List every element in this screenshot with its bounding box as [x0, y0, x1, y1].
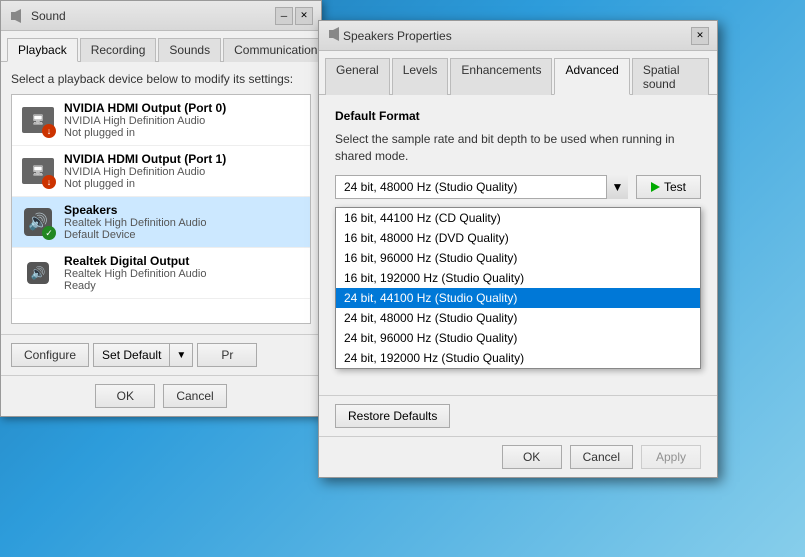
speakers-title-icon [327, 26, 343, 45]
speakers-apply-button[interactable]: Apply [641, 445, 701, 469]
device-info-3: Realtek Digital Output Realtek High Defi… [64, 254, 302, 292]
device-driver-2: Realtek High Definition Audio [64, 217, 302, 229]
set-default-split: Set Default ▼ [93, 343, 193, 367]
speakers-titlebar: Speakers Properties ✕ [319, 21, 717, 51]
device-item[interactable]: 🖥 ↓ NVIDIA HDMI Output (Port 1) NVIDIA H… [12, 146, 310, 197]
check-badge-icon: ✓ [42, 226, 56, 240]
default-format-title: Default Format [335, 109, 701, 123]
dropdown-item-7[interactable]: 24 bit, 192000 Hz (Studio Quality) [336, 348, 700, 368]
speakers-footer: Restore Defaults [319, 395, 717, 436]
tab-levels[interactable]: Levels [392, 58, 449, 95]
tab-sounds[interactable]: Sounds [158, 38, 221, 62]
test-button-label: Test [664, 180, 686, 194]
sound-title: Sound [31, 9, 275, 23]
speakers-window-controls: ✕ [691, 27, 709, 45]
format-row: 24 bit, 48000 Hz (Studio Quality) ▼ Test [335, 175, 701, 199]
set-default-dropdown-button[interactable]: ▼ [170, 343, 193, 367]
format-dropdown: 16 bit, 44100 Hz (CD Quality) 16 bit, 48… [335, 207, 701, 369]
sound-window: Sound ─ ✕ Playback Recording Sounds Comm… [0, 0, 322, 417]
device-name-1: NVIDIA HDMI Output (Port 1) [64, 152, 302, 166]
sound-titlebar: Sound ─ ✕ [1, 1, 321, 31]
speakers-window: Speakers Properties ✕ General Levels Enh… [318, 20, 718, 478]
tab-advanced[interactable]: Advanced [554, 58, 629, 95]
sound-window-controls: ─ ✕ [275, 7, 313, 25]
down-arrow-icon: ↓ [42, 124, 56, 138]
sound-title-icon [9, 8, 25, 24]
tab-general[interactable]: General [325, 58, 390, 95]
format-select-wrapper: 24 bit, 48000 Hz (Studio Quality) ▼ [335, 175, 628, 199]
device-status-0: Not plugged in [64, 127, 302, 139]
device-name-2: Speakers [64, 203, 302, 217]
dropdown-item-3[interactable]: 16 bit, 192000 Hz (Studio Quality) [336, 268, 700, 288]
device-status-1: Not plugged in [64, 178, 302, 190]
sound-cancel-button[interactable]: Cancel [163, 384, 226, 408]
speaker-small-icon: 🔊 [27, 262, 49, 284]
tab-enhancements[interactable]: Enhancements [450, 58, 552, 95]
dropdown-item-1[interactable]: 16 bit, 48000 Hz (DVD Quality) [336, 228, 700, 248]
dropdown-item-4[interactable]: 24 bit, 44100 Hz (Studio Quality) [336, 288, 700, 308]
section-label: Select a playback device below to modify… [11, 72, 311, 86]
default-format-description: Select the sample rate and bit depth to … [335, 131, 701, 165]
format-select-display[interactable]: 24 bit, 48000 Hz (Studio Quality) [335, 175, 628, 199]
sound-ok-button[interactable]: OK [95, 384, 155, 408]
device-item[interactable]: 🖥 ↓ NVIDIA HDMI Output (Port 0) NVIDIA H… [12, 95, 310, 146]
set-default-button[interactable]: Set Default [93, 343, 170, 367]
speakers-cancel-button[interactable]: Cancel [570, 445, 633, 469]
minimize-button[interactable]: ─ [275, 7, 293, 25]
sound-tab-bar: Playback Recording Sounds Communications [1, 31, 321, 62]
device-driver-0: NVIDIA High Definition Audio [64, 115, 302, 127]
device-info-1: NVIDIA HDMI Output (Port 1) NVIDIA High … [64, 152, 302, 190]
device-list: 🖥 ↓ NVIDIA HDMI Output (Port 0) NVIDIA H… [11, 94, 311, 324]
configure-button[interactable]: Configure [11, 343, 89, 367]
device-name-3: Realtek Digital Output [64, 254, 302, 268]
dropdown-item-5[interactable]: 24 bit, 48000 Hz (Studio Quality) [336, 308, 700, 328]
tab-recording[interactable]: Recording [80, 38, 157, 62]
device-name-0: NVIDIA HDMI Output (Port 0) [64, 101, 302, 115]
speakers-ok-cancel: OK Cancel Apply [319, 436, 717, 477]
device-info-0: NVIDIA HDMI Output (Port 0) NVIDIA High … [64, 101, 302, 139]
footer-left-buttons: Configure Set Default ▼ Pr [11, 343, 257, 367]
properties-button[interactable]: Pr [197, 343, 257, 367]
speakers-title-text: Speakers Properties [343, 29, 691, 43]
speakers-ok-button[interactable]: OK [502, 445, 562, 469]
device-item[interactable]: 🔊 Realtek Digital Output Realtek High De… [12, 248, 310, 299]
test-button[interactable]: Test [636, 175, 701, 199]
dropdown-item-6[interactable]: 24 bit, 96000 Hz (Studio Quality) [336, 328, 700, 348]
device-info-2: Speakers Realtek High Definition Audio D… [64, 203, 302, 241]
device-icon-0: 🖥 ↓ [20, 102, 56, 138]
tab-playback[interactable]: Playback [7, 38, 78, 62]
sound-ok-cancel: OK Cancel [1, 375, 321, 416]
device-icon-3: 🔊 [20, 255, 56, 291]
restore-defaults-button[interactable]: Restore Defaults [335, 404, 450, 428]
dropdown-item-2[interactable]: 16 bit, 96000 Hz (Studio Quality) [336, 248, 700, 268]
dropdown-item-0[interactable]: 16 bit, 44100 Hz (CD Quality) [336, 208, 700, 228]
down-arrow-icon: ↓ [42, 175, 56, 189]
play-icon [651, 182, 660, 192]
speakers-close-button[interactable]: ✕ [691, 27, 709, 45]
sound-content: Select a playback device below to modify… [1, 62, 321, 334]
device-status-2: Default Device [64, 229, 302, 241]
device-icon-1: 🖥 ↓ [20, 153, 56, 189]
tab-spatial-sound[interactable]: Spatial sound [632, 58, 709, 95]
speakers-tab-bar: General Levels Enhancements Advanced Spa… [319, 51, 717, 95]
device-driver-1: NVIDIA High Definition Audio [64, 166, 302, 178]
close-button[interactable]: ✕ [295, 7, 313, 25]
device-icon-2: 🔊 ✓ [20, 204, 56, 240]
device-driver-3: Realtek High Definition Audio [64, 268, 302, 280]
sound-footer: Configure Set Default ▼ Pr [1, 334, 321, 375]
speakers-content: Default Format Select the sample rate an… [319, 95, 717, 395]
device-status-3: Ready [64, 280, 302, 292]
device-item-selected[interactable]: 🔊 ✓ Speakers Realtek High Definition Aud… [12, 197, 310, 248]
